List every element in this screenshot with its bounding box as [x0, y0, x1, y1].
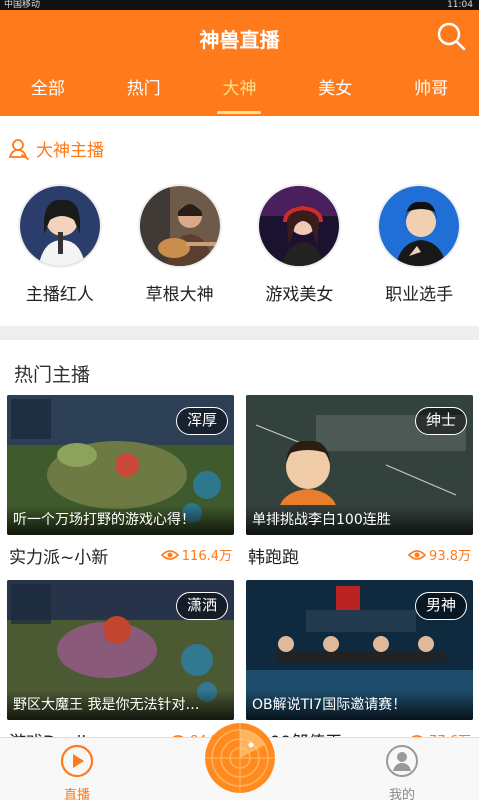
avatar: [137, 184, 222, 268]
nav-live[interactable]: 直播: [52, 744, 102, 800]
streamer-name: 韩跑跑: [248, 548, 299, 568]
discover-radar-button[interactable]: [205, 723, 275, 793]
nav-live-label: 直播: [63, 788, 90, 800]
carrier-label: 中国移动: [4, 0, 41, 10]
tab-master[interactable]: 大神: [192, 74, 288, 116]
live-caption: 听一个万场打野的游戏心得！: [7, 505, 234, 535]
view-count: 93.8万: [408, 545, 471, 564]
tab-all[interactable]: 全部: [0, 74, 96, 116]
status-time: 11:04: [447, 0, 473, 10]
category-list: 主播红人 草根大神 游戏美女 职业选手: [0, 184, 479, 305]
eye-icon: [408, 549, 427, 560]
live-card[interactable]: 男神 OB解说TI7国际邀请赛！ 2009邹倚天 77.6万: [246, 580, 473, 753]
live-caption: 野区大魔王 我是你无法针对…: [7, 690, 234, 720]
card-meta: 韩跑跑 93.8万: [246, 535, 473, 568]
live-card[interactable]: 浑厚 听一个万场打野的游戏心得！ 实力派~小新 116.4万: [7, 395, 234, 568]
view-count-text: 93.8万: [429, 549, 471, 564]
tab-handsome[interactable]: 帅哥: [383, 74, 479, 116]
streamer-name: 实力派~小新: [9, 548, 109, 568]
app-header: 神兽直播 全部 热门 大神 美女 帅哥: [0, 10, 479, 116]
view-count-text: 116.4万: [181, 549, 232, 564]
app-screen: 中国移动 11:04 神兽直播 全部 热门 大神 美女 帅哥 大神主播 主播红人…: [0, 0, 479, 800]
profile-icon: [386, 745, 418, 777]
tab-hot[interactable]: 热门: [96, 74, 192, 116]
category-label: 游戏美女: [265, 285, 334, 305]
nav-mine[interactable]: 我的: [377, 744, 427, 800]
live-caption: 单排挑战李白100连胜: [246, 505, 473, 535]
category-label: 草根大神: [145, 285, 214, 305]
live-thumbnail: 男神 OB解说TI7国际邀请赛！: [246, 580, 473, 720]
eye-icon: [160, 549, 179, 560]
streamer-tag: 浑厚: [175, 407, 228, 435]
play-icon: [60, 744, 94, 778]
section-title: 大神主播: [36, 141, 104, 161]
live-thumbnail: 绅士 单排挑战李白100连胜: [246, 395, 473, 535]
streamer-icon: [8, 138, 29, 160]
status-bar: 中国移动 11:04: [0, 0, 479, 10]
tab-beauty[interactable]: 美女: [287, 74, 383, 116]
category-item-game-girls[interactable]: 游戏美女: [244, 184, 354, 305]
live-thumbnail: 潇洒 野区大魔王 我是你无法针对…: [7, 580, 234, 720]
section-header: 大神主播: [8, 136, 104, 161]
nav-mine-label: 我的: [388, 788, 415, 800]
live-card[interactable]: 潇洒 野区大魔王 我是你无法针对… 游戏Devil 84.2万: [7, 580, 234, 753]
live-card[interactable]: 绅士 单排挑战李白100连胜 韩跑跑 93.8万: [246, 395, 473, 568]
hot-section-title: 热门主播: [14, 364, 91, 386]
avatar: [257, 184, 342, 268]
avatar: [377, 184, 462, 268]
category-label: 职业选手: [385, 285, 454, 305]
avatar: [17, 184, 102, 268]
category-item-grassroots[interactable]: 草根大神: [125, 184, 235, 305]
streamer-tag: 绅士: [414, 407, 467, 435]
section-divider: [0, 326, 479, 340]
category-item-pro-players[interactable]: 职业选手: [364, 184, 474, 305]
view-count: 116.4万: [160, 545, 232, 564]
category-item-red[interactable]: 主播红人: [5, 184, 115, 305]
live-caption: OB解说TI7国际邀请赛！: [246, 690, 473, 720]
live-thumbnail: 浑厚 听一个万场打野的游戏心得！: [7, 395, 234, 535]
category-tabs: 全部 热门 大神 美女 帅哥: [0, 74, 479, 116]
master-streamers-section: 大神主播 主播红人 草根大神 游戏美女 职业选手: [0, 116, 479, 326]
search-button[interactable]: [435, 20, 467, 52]
app-title: 神兽直播: [199, 28, 280, 52]
streamer-tag: 潇洒: [175, 592, 228, 620]
card-meta: 实力派~小新 116.4万: [7, 535, 234, 568]
search-icon: [437, 22, 466, 51]
streamer-tag: 男神: [414, 592, 467, 620]
radar-icon: [205, 723, 275, 793]
category-label: 主播红人: [25, 285, 94, 305]
